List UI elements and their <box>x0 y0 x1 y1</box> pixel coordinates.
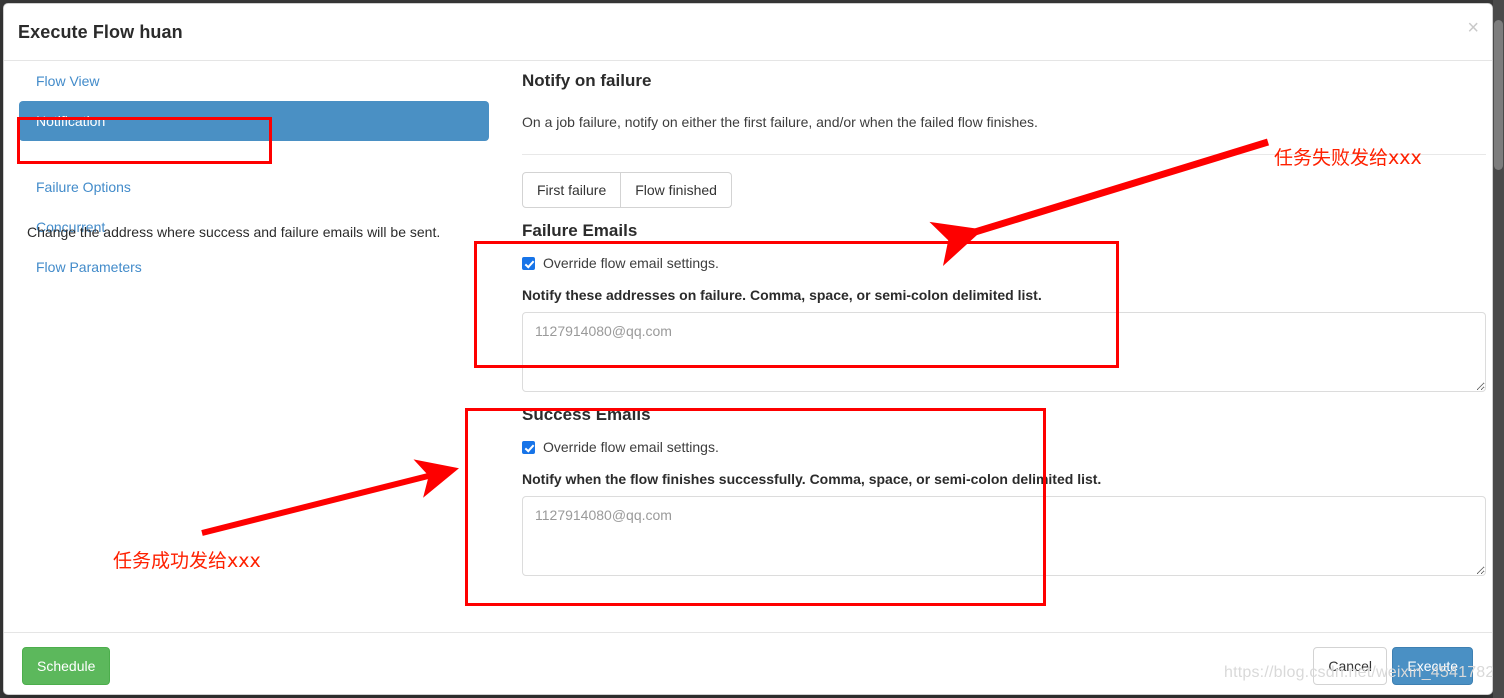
sidebar-nav: Flow View Notification Failure Options C… <box>4 61 504 287</box>
failure-emails-input[interactable] <box>522 312 1486 392</box>
success-override-label: Override flow email settings. <box>543 439 719 455</box>
success-emails-title: Success Emails <box>522 405 651 424</box>
failure-override-label: Override flow email settings. <box>543 255 719 271</box>
success-emails-field-label: Notify when the flow finishes successful… <box>522 471 1102 487</box>
schedule-button[interactable]: Schedule <box>22 647 111 685</box>
failure-emails-section: Failure Emails Override flow email setti… <box>522 220 1486 392</box>
failure-emails-title: Failure Emails <box>522 221 638 240</box>
success-override-row[interactable]: Override flow email settings. <box>522 438 1482 456</box>
sidebar-item-notification[interactable]: Notification <box>19 101 489 141</box>
page-scrollbar[interactable] <box>1493 0 1504 698</box>
panel-description: On a job failure, notify on either the f… <box>522 114 1038 130</box>
execute-flow-dialog: Execute Flow huan × Flow View Notificati… <box>3 3 1493 695</box>
close-icon[interactable]: × <box>1467 18 1479 38</box>
screen: Execute Flow huan × Flow View Notificati… <box>0 0 1504 698</box>
success-override-checkbox[interactable] <box>522 440 535 454</box>
dialog-footer: Schedule Cancel Execute <box>4 632 1492 694</box>
watermark: https://blog.csdn.net/weixin_45417821 <box>1224 664 1504 681</box>
failure-emails-field-label: Notify these addresses on failure. Comma… <box>522 287 1042 303</box>
sidebar-description: Change the address where success and fai… <box>27 224 441 240</box>
flow-finished-button[interactable]: Flow finished <box>621 172 732 208</box>
sidebar-item-flow-view[interactable]: Flow View <box>19 61 489 101</box>
divider <box>522 154 1486 155</box>
notification-panel: Notify on failure On a job failure, noti… <box>522 61 1486 576</box>
failure-override-checkbox[interactable] <box>522 256 535 270</box>
sidebar-item-failure-options[interactable]: Failure Options <box>19 167 489 207</box>
first-failure-button[interactable]: First failure <box>522 172 622 208</box>
dialog-body: Flow View Notification Failure Options C… <box>4 61 1492 632</box>
panel-heading: Notify on failure <box>522 71 652 90</box>
notify-timing-button-group: First failure Flow finished <box>522 172 732 208</box>
dialog-header: Execute Flow huan × <box>4 4 1492 61</box>
success-emails-input[interactable] <box>522 496 1486 576</box>
success-emails-section: Success Emails Override flow email setti… <box>522 404 1486 576</box>
scrollbar-thumb[interactable] <box>1494 20 1503 170</box>
sidebar-item-flow-parameters[interactable]: Flow Parameters <box>19 247 489 287</box>
dialog-title: Execute Flow huan <box>18 22 183 42</box>
failure-override-row[interactable]: Override flow email settings. <box>522 254 1482 272</box>
